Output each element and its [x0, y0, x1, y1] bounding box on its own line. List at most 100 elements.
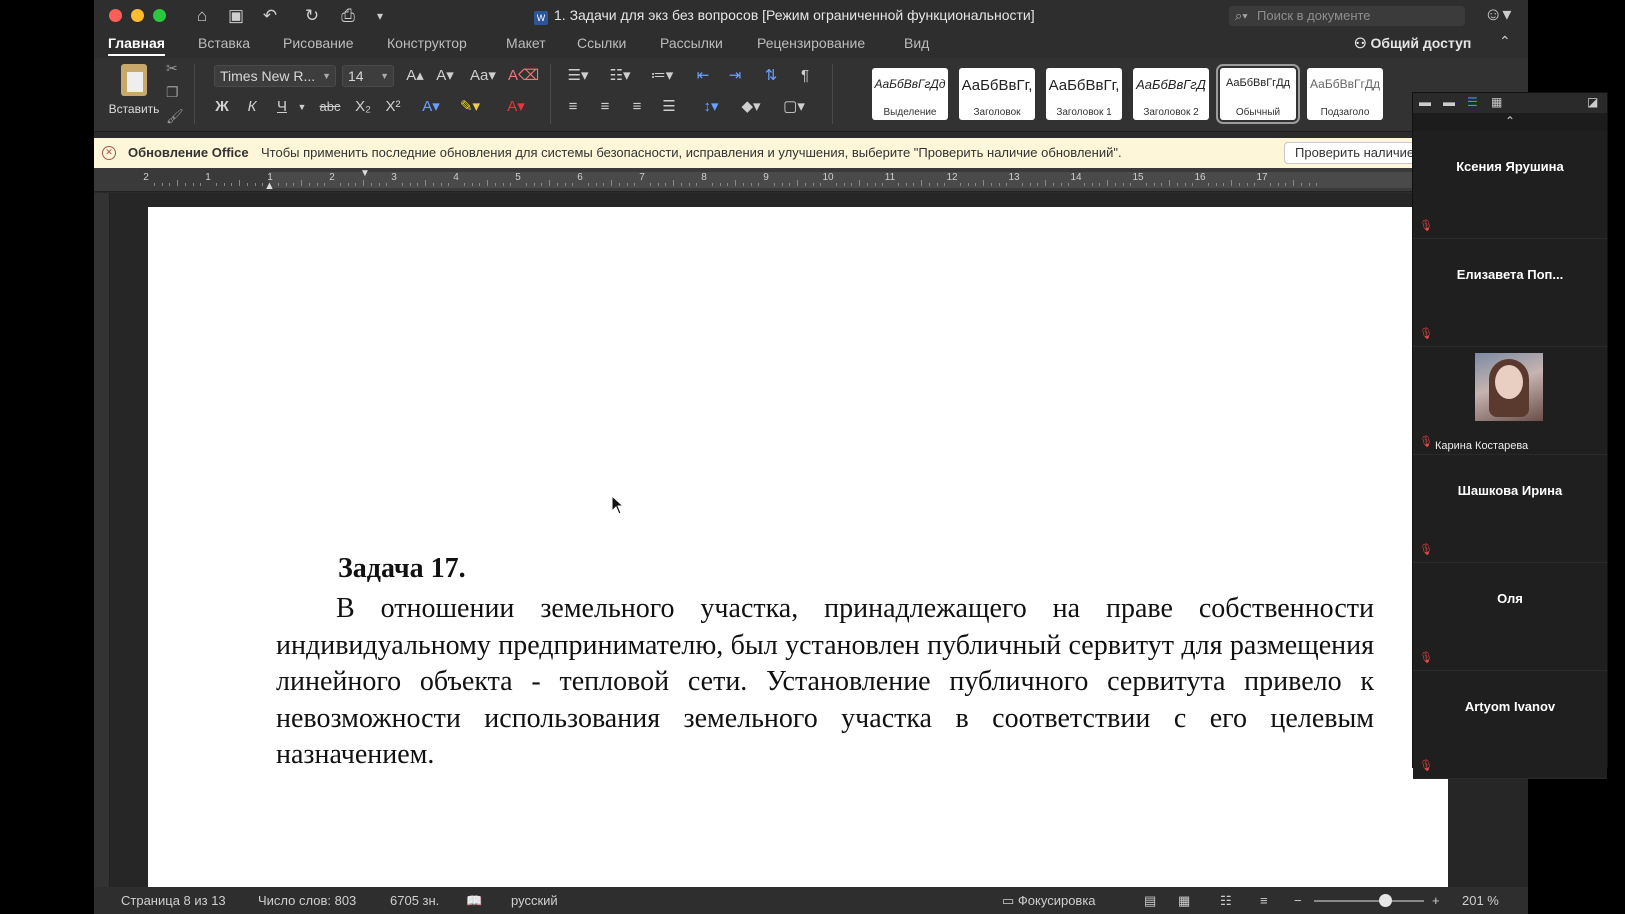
customize-toolbar-icon[interactable]: ▾ — [368, 4, 392, 28]
shrink-font-icon[interactable]: A▾ — [432, 65, 458, 87]
participant-tile[interactable]: Ксения Ярушина 🎙 — [1413, 131, 1607, 239]
check-updates-button[interactable]: Проверить наличие обновлений — [1284, 142, 1424, 164]
participant-tile[interactable]: Оля 🎙 — [1413, 563, 1607, 671]
dismiss-notification-icon[interactable]: ✕ — [102, 146, 116, 160]
document-page[interactable]: Задача 17. В отношении земельного участк… — [148, 207, 1448, 897]
italic-button[interactable]: К — [240, 96, 264, 118]
highlight-icon[interactable]: ✎▾ — [452, 96, 488, 118]
ruler-tick — [1231, 180, 1232, 186]
participant-tile[interactable]: Шашкова Ирина 🎙 — [1413, 455, 1607, 563]
style-emphasis[interactable]: АаБбВвГгДд Выделение — [872, 68, 948, 120]
sort-icon[interactable]: ⇅ — [758, 65, 784, 87]
subscript-button[interactable]: X₂ — [350, 96, 376, 118]
ruler-tick — [363, 180, 364, 186]
speaker-view-icon[interactable]: ▬ — [1443, 95, 1455, 109]
word-count[interactable]: Число слов: 803 — [258, 887, 356, 914]
zoom-slider[interactable] — [1314, 900, 1424, 902]
bullets-icon[interactable]: ☰▾ — [560, 65, 596, 87]
first-line-indent-icon[interactable]: ▼ — [360, 168, 370, 179]
print-layout-icon[interactable]: ▤ — [1144, 887, 1156, 914]
style-subtitle[interactable]: АаБбВвГгДд Подзаголо — [1307, 68, 1383, 120]
participant-tile[interactable]: Artyom Ivanov 🎙 — [1413, 671, 1607, 779]
align-right-icon[interactable]: ≡ — [624, 96, 650, 118]
horizontal-ruler[interactable]: 2 1 1 2 3 4 5 6 7 8 9 10 11 12 13 14 15 16 17 ▲ ▼ — [94, 168, 1528, 192]
numbering-icon[interactable]: ☷▾ — [602, 65, 638, 87]
document-title: W 1. Задачи для экз без вопросов [Режим о… — [534, 7, 1035, 25]
language-indicator[interactable]: русский — [511, 887, 558, 914]
gallery-view-icon[interactable]: ▦ — [1491, 95, 1502, 109]
cut-icon[interactable]: ✂ — [166, 60, 178, 77]
zoom-window-button[interactable] — [153, 9, 166, 22]
justify-icon[interactable]: ☰ — [656, 96, 682, 118]
indent-marker-icon[interactable]: ▲ — [264, 180, 275, 192]
chevron-down-icon[interactable]: ▼ — [296, 96, 308, 118]
bold-button[interactable]: Ж — [210, 96, 234, 118]
zoom-level[interactable]: 201 % — [1462, 887, 1499, 914]
increase-indent-icon[interactable]: ⇥ — [722, 65, 748, 87]
line-spacing-icon[interactable]: ↕▾ — [694, 96, 728, 118]
align-left-icon[interactable]: ≡ — [560, 96, 586, 118]
strip-view-icon[interactable]: ☰ — [1467, 95, 1478, 109]
tab-mailings[interactable]: Рассылки — [660, 35, 723, 51]
align-center-icon[interactable]: ≡ — [592, 96, 618, 118]
decrease-indent-icon[interactable]: ⇤ — [690, 65, 716, 87]
redo-icon[interactable]: ↻ — [300, 4, 324, 28]
underline-button[interactable]: Ч — [270, 96, 294, 118]
format-painter-icon[interactable]: 🖌 — [166, 108, 184, 125]
proofing-icon[interactable]: 📖 — [466, 887, 482, 914]
shading-icon[interactable]: ◆▾ — [734, 96, 768, 118]
participant-tile[interactable]: 🎙 Карина Костарева — [1413, 347, 1607, 455]
share-button[interactable]: ⚇ Общий доступ — [1354, 35, 1471, 52]
style-heading[interactable]: АаБбВвГг, Заголовок — [959, 68, 1035, 120]
scroll-up-icon[interactable]: ⌃ — [1413, 113, 1607, 131]
minimize-panel-icon[interactable]: ▬ — [1419, 95, 1431, 109]
clear-formatting-icon[interactable]: A⌫ — [508, 65, 539, 87]
exit-panel-icon[interactable]: ◪ — [1587, 95, 1598, 109]
text-effects-icon[interactable]: A▾ — [416, 96, 446, 118]
collapse-ribbon-icon[interactable]: ⌃ — [1499, 33, 1511, 50]
zoom-slider-handle[interactable] — [1379, 894, 1392, 907]
tab-references[interactable]: Ссылки — [577, 35, 626, 51]
font-color-icon[interactable]: A▾ — [498, 96, 534, 118]
vertical-ruler[interactable] — [94, 193, 110, 887]
focus-mode-button[interactable]: ▭ Фокусировка — [1002, 887, 1096, 914]
ruler-tick — [696, 183, 698, 186]
search-input[interactable]: ⌕▾ Поиск в документе — [1229, 6, 1465, 26]
ruler-number: 12 — [946, 172, 958, 183]
grow-font-icon[interactable]: A▴ — [402, 65, 428, 87]
tab-draw[interactable]: Рисование — [283, 35, 354, 51]
tab-view[interactable]: Вид — [904, 35, 929, 51]
undo-icon[interactable]: ↶ — [258, 4, 282, 28]
copy-icon[interactable]: ❐ — [166, 84, 179, 101]
home-icon[interactable]: ⌂ — [190, 4, 214, 28]
tab-insert[interactable]: Вставка — [198, 35, 250, 51]
minimize-window-button[interactable] — [131, 9, 144, 22]
zoom-out-button[interactable]: − — [1294, 887, 1302, 914]
font-name-select[interactable]: Times New R... ▼ — [214, 65, 336, 87]
tab-design[interactable]: Конструктор — [387, 35, 467, 51]
show-formatting-icon[interactable]: ¶ — [792, 65, 818, 87]
borders-icon[interactable]: ▢▾ — [776, 96, 812, 118]
style-heading-1[interactable]: АаБбВвГг, Заголовок 1 — [1046, 68, 1122, 120]
zoom-in-button[interactable]: + — [1432, 887, 1440, 914]
outline-view-icon[interactable]: ☷ — [1220, 887, 1232, 914]
print-icon[interactable]: ⎙ — [336, 4, 360, 28]
tab-home[interactable]: Главная — [108, 35, 165, 56]
participant-tile[interactable]: Елизавета Поп... 🎙 — [1413, 239, 1607, 347]
font-size-select[interactable]: 14 ▼ — [342, 65, 394, 87]
draft-view-icon[interactable]: ≡ — [1260, 887, 1268, 914]
tab-review[interactable]: Рецензирование — [757, 35, 865, 51]
close-window-button[interactable] — [109, 9, 122, 22]
superscript-button[interactable]: X² — [380, 96, 406, 118]
feedback-smiley-icon[interactable]: ☺▾ — [1484, 4, 1511, 25]
save-icon[interactable]: ▣ — [224, 4, 248, 28]
style-heading-2[interactable]: АаБбВвГгД Заголовок 2 — [1133, 68, 1209, 120]
strikethrough-button[interactable]: abc — [314, 96, 346, 118]
web-layout-icon[interactable]: ▦ — [1178, 887, 1190, 914]
paste-button[interactable]: Вставить — [104, 64, 164, 116]
multilevel-list-icon[interactable]: ≔▾ — [644, 65, 680, 87]
change-case-icon[interactable]: Aa▾ — [466, 65, 500, 87]
style-normal[interactable]: АаБбВвГгДд Обычный — [1216, 64, 1300, 124]
page-count[interactable]: Страница 8 из 13 — [121, 887, 226, 914]
tab-layout[interactable]: Макет — [506, 35, 546, 51]
